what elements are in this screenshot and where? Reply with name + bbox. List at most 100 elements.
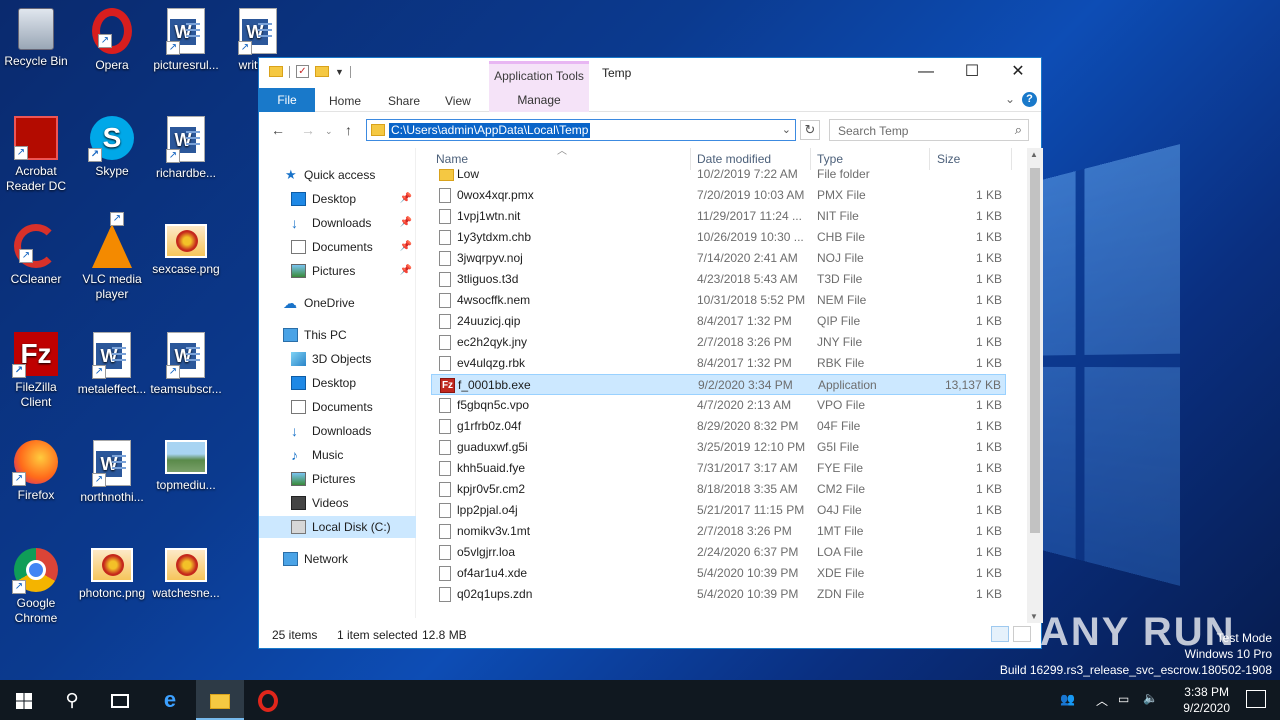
tab-home[interactable]: Home [329, 94, 361, 108]
address-path[interactable]: C:\Users\admin\AppData\Local\Temp [389, 123, 591, 138]
network-tray-icon[interactable]: ▭ [1118, 692, 1129, 720]
desktop-icon-skype[interactable]: S Skype [76, 116, 148, 179]
nav-local-disk[interactable]: Local Disk (C:) [259, 516, 416, 538]
table-row[interactable]: 0wox4xqr.pmx 7/20/2019 10:03 AM PMX File 1 … [431, 185, 1006, 206]
back-arrow-icon[interactable]: ← [271, 122, 285, 138]
desktop-icon-photonc[interactable]: photonc.png [76, 548, 148, 601]
nav-this-pc[interactable]: This PC [259, 324, 416, 346]
desktop-icon-chrome[interactable]: Google Chrome [0, 548, 72, 626]
tab-manage[interactable]: Manage [489, 88, 589, 112]
table-row[interactable]: 1y3ytdxm.chb 10/26/2019 10:30 ... CHB File… [431, 227, 1006, 248]
start-button[interactable] [0, 680, 48, 720]
desktop-icon-recycle-bin[interactable]: Recycle Bin [0, 8, 72, 69]
desktop-icon-metaleffect[interactable]: W metaleffect... [76, 332, 148, 397]
table-row[interactable]: of4ar1u4.xde 5/4/2020 10:39 PM XDE File 1 K… [431, 563, 1006, 584]
table-row[interactable]: kpjr0v5r.cm2 8/18/2018 3:35 AM CM2 File 1 K… [431, 479, 1006, 500]
desktop-icon-vlc[interactable]: VLC media player [76, 212, 148, 302]
expand-ribbon-chevron-icon[interactable]: ⌄ [1005, 92, 1015, 106]
action-center-icon[interactable] [1246, 690, 1266, 708]
scroll-up-icon[interactable]: ▲ [1030, 150, 1038, 159]
show-hidden-icons-chevron-icon[interactable]: ︿ [1096, 692, 1108, 720]
scrollbar-thumb[interactable] [1030, 168, 1040, 533]
table-row[interactable]: Fz f_0001bb.exe 9/2/2020 3:34 PM Applicatio… [431, 374, 1006, 395]
taskbar-file-explorer[interactable] [196, 680, 244, 720]
nav-onedrive[interactable]: ☁ OneDrive [259, 292, 416, 314]
desktop-icon-topmediu[interactable]: topmediu... [150, 440, 222, 493]
volume-icon[interactable]: 🔈 [1143, 691, 1158, 720]
maximize-button[interactable]: ☐ [949, 58, 995, 88]
tab-view[interactable]: View [445, 94, 471, 108]
desktop-icon-acrobat[interactable]: Acrobat Reader DC [0, 116, 72, 194]
refresh-button[interactable]: ↻ [800, 120, 820, 140]
people-icon[interactable]: 👥 [1060, 692, 1075, 720]
table-row[interactable]: 3jwqrpyv.noj 7/14/2020 2:41 AM NOJ File 1 K… [431, 248, 1006, 269]
nav-network[interactable]: Network [259, 548, 416, 570]
table-row[interactable]: o5vlgjrr.loa 2/24/2020 6:37 PM LOA File 1 K… [431, 542, 1006, 563]
table-row[interactable]: lpp2pjal.o4j 5/21/2017 11:15 PM O4J File 1 … [431, 500, 1006, 521]
scroll-down-icon[interactable]: ▼ [1030, 612, 1038, 621]
table-row[interactable]: khh5uaid.fye 7/31/2017 3:17 AM FYE File 1 K… [431, 458, 1006, 479]
recent-locations-chevron-icon[interactable]: ⌄ [325, 126, 333, 137]
table-row[interactable]: 4wsocffk.nem 10/31/2018 5:52 PM NEM File 1 … [431, 290, 1006, 311]
properties-icon[interactable]: ✓ [296, 65, 309, 78]
table-row[interactable]: ec2h2qyk.jny 2/7/2018 3:26 PM JNY File 1 KB [431, 332, 1006, 353]
search-taskbar-button[interactable]: ⚲ [48, 680, 96, 720]
nav-pc-downloads[interactable]: ↓ Downloads [259, 420, 416, 442]
desktop-icon-teamsubscr[interactable]: W teamsubscr... [150, 332, 222, 397]
nav-pc-music[interactable]: ♪ Music [259, 444, 416, 466]
file-icon [439, 566, 451, 581]
file-icon [439, 272, 451, 287]
desktop-icon-ccleaner[interactable]: CCleaner [0, 224, 72, 287]
documents-icon [291, 400, 306, 414]
desktop-icon-firefox[interactable]: Firefox [0, 440, 72, 503]
vertical-scrollbar[interactable]: ▲ ▼ [1027, 148, 1043, 623]
table-row[interactable]: nomikv3v.1mt 2/7/2018 3:26 PM 1MT File 1 KB [431, 521, 1006, 542]
file-name: q02q1ups.zdn [457, 587, 533, 601]
desktop-icon-watchesne[interactable]: watchesne... [150, 548, 222, 601]
table-row[interactable]: Low 10/2/2019 7:22 AM File folder [431, 164, 1006, 185]
file-date: 2/7/2018 3:26 PM [697, 335, 792, 349]
desktop-icon-opera[interactable]: Opera [76, 8, 148, 73]
nav-qa-downloads[interactable]: ↓ Downloads 📌 [259, 212, 416, 234]
desktop-icon-filezilla[interactable]: Fz FileZilla Client [0, 332, 72, 410]
clock[interactable]: 3:38 PM 9/2/2020 [1183, 684, 1230, 716]
address-bar[interactable]: C:\Users\admin\AppData\Local\Temp ⌄ [366, 119, 796, 141]
nav-qa-desktop[interactable]: Desktop 📌 [259, 188, 416, 210]
table-row[interactable]: 1vpj1wtn.nit 11/29/2017 11:24 ... NIT File… [431, 206, 1006, 227]
forward-arrow-icon[interactable]: → [301, 122, 315, 138]
table-row[interactable]: 24uuzicj.qip 8/4/2017 1:32 PM QIP File 1 KB [431, 311, 1006, 332]
up-arrow-icon[interactable]: ↑ [345, 122, 352, 138]
table-row[interactable]: 3tliguos.t3d 4/23/2018 5:43 AM T3D File 1 K… [431, 269, 1006, 290]
help-icon[interactable]: ? [1022, 92, 1037, 107]
nav-pc-pictures[interactable]: Pictures [259, 468, 416, 490]
nav-qa-pictures[interactable]: Pictures 📌 [259, 260, 416, 282]
nav-qa-documents[interactable]: Documents 📌 [259, 236, 416, 258]
desktop-icon-richardbe[interactable]: W richardbe... [150, 116, 222, 181]
tab-file[interactable]: File [259, 88, 315, 112]
close-button[interactable]: ✕ [995, 58, 1041, 88]
taskbar-opera[interactable] [244, 680, 292, 720]
task-view-button[interactable] [96, 680, 144, 720]
nav-pc-desktop[interactable]: Desktop [259, 372, 416, 394]
minimize-button[interactable]: — [903, 58, 949, 88]
table-row[interactable]: guaduxwf.g5i 3/25/2019 12:10 PM G5I File 1 … [431, 437, 1006, 458]
new-folder-icon[interactable] [315, 66, 329, 77]
table-row[interactable]: g1rfrb0z.04f 8/29/2020 8:32 PM 04F File 1 K… [431, 416, 1006, 437]
customize-toolbar-chevron-icon[interactable]: ▼ [335, 67, 344, 77]
taskbar-edge[interactable]: e [146, 680, 194, 720]
nav-pc-videos[interactable]: Videos [259, 492, 416, 514]
tab-share[interactable]: Share [388, 94, 420, 108]
desktop-icon-sexcase[interactable]: sexcase.png [150, 224, 222, 277]
pictures-icon [291, 264, 306, 278]
nav-pc-documents[interactable]: Documents [259, 396, 416, 418]
table-row[interactable]: q02q1ups.zdn 5/4/2020 10:39 PM ZDN File 1 K… [431, 584, 1006, 605]
desktop-icon-picturesrul[interactable]: W picturesrul... [150, 8, 222, 73]
nav-quick-access[interactable]: ★ Quick access [259, 164, 416, 186]
nav-3d-objects[interactable]: 3D Objects [259, 348, 416, 370]
search-box[interactable]: Search Temp ⌕ [829, 119, 1029, 141]
address-dropdown-chevron-icon[interactable]: ⌄ [782, 123, 791, 136]
desktop-icon-northnothi[interactable]: W northnothi... [76, 440, 148, 505]
title-bar[interactable]: ✓ ▼ Application Tools Temp — ☐ ✕ [259, 58, 1041, 111]
table-row[interactable]: f5gbqn5c.vpo 4/7/2020 2:13 AM VPO File 1 KB [431, 395, 1006, 416]
table-row[interactable]: ev4ulqzg.rbk 8/4/2017 1:32 PM RBK File 1 KB [431, 353, 1006, 374]
